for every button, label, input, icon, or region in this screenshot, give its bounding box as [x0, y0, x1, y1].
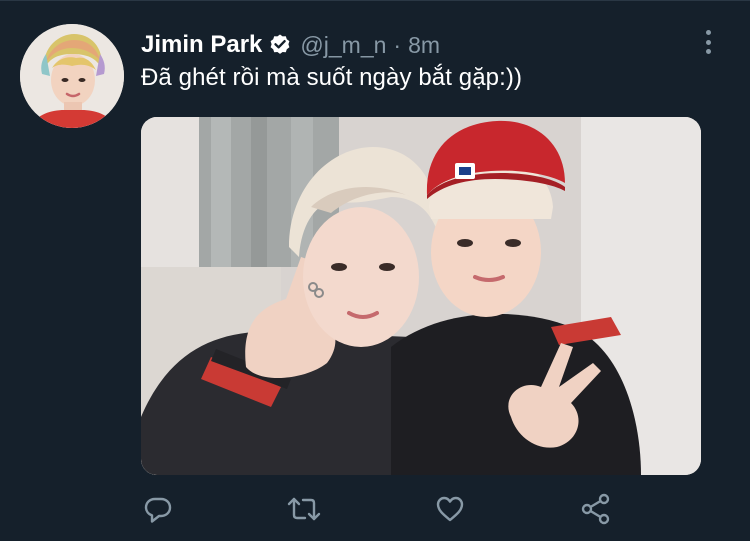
timestamp[interactable]: 8m — [408, 32, 440, 59]
tweet-text: Đã ghét rồi mà suốt ngày bắt gặp:)) — [141, 64, 523, 91]
tweet[interactable]: Jimin Park @j_m_n · 8m Đã ghét rồi mà su… — [0, 0, 750, 541]
retweet-icon — [286, 493, 322, 525]
avatar-image — [20, 24, 124, 128]
verified-badge-icon — [268, 33, 292, 57]
avatar[interactable] — [20, 24, 124, 128]
reply-icon — [142, 493, 174, 525]
retweet-button[interactable] — [287, 492, 321, 526]
share-button[interactable] — [579, 492, 613, 526]
tweet-header: Jimin Park @j_m_n · 8m — [141, 30, 440, 60]
share-icon — [579, 492, 613, 526]
display-name[interactable]: Jimin Park — [141, 31, 262, 59]
tweet-actions — [141, 492, 621, 526]
like-button[interactable] — [433, 492, 467, 526]
more-vertical-icon[interactable] — [697, 28, 719, 56]
heart-icon — [434, 493, 466, 525]
separator-dot: · — [393, 31, 402, 58]
tweet-photo — [141, 117, 701, 475]
reply-button[interactable] — [141, 492, 175, 526]
tweet-media[interactable] — [141, 117, 701, 475]
handle[interactable]: @j_m_n — [300, 32, 386, 59]
